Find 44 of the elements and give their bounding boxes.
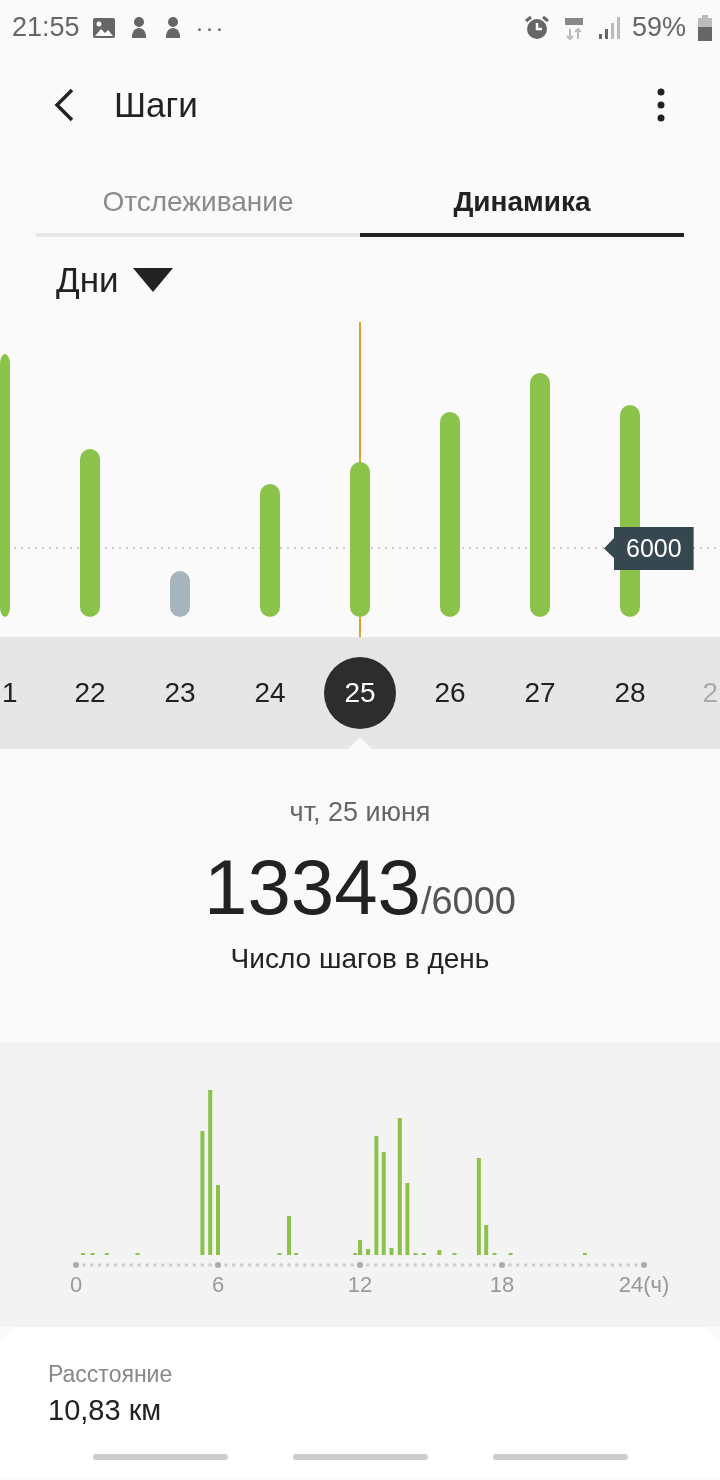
day-label[interactable]: 28 — [594, 657, 666, 729]
alarm-icon — [523, 14, 550, 41]
more-options-icon[interactable] — [656, 88, 666, 122]
step-count: 13343 — [204, 842, 421, 933]
steps-caption: Число шагов в день — [230, 943, 490, 975]
distance-label: Расстояние — [48, 1361, 174, 1388]
hour-bar — [389, 1248, 394, 1255]
day-label[interactable]: 1 — [0, 657, 20, 729]
nav-handle[interactable] — [92, 1454, 228, 1460]
nav-handle[interactable] — [292, 1454, 428, 1460]
image-icon — [91, 16, 116, 39]
signal-icon — [597, 15, 620, 40]
hour-bar — [216, 1185, 220, 1255]
axis-label: 0 — [68, 1272, 84, 1298]
more-notifications: ··· — [195, 13, 226, 42]
nav-handle[interactable] — [492, 1454, 628, 1460]
battery-icon — [698, 14, 712, 41]
day-label[interactable]: 24 — [234, 657, 306, 729]
axis-label: 12 — [346, 1272, 374, 1298]
day-label[interactable]: 23 — [144, 657, 216, 729]
hour-bar — [405, 1183, 410, 1255]
axis-label: 18 — [488, 1272, 516, 1298]
back-icon[interactable] — [52, 88, 76, 122]
day-bar — [170, 571, 190, 617]
page-title: Шаги — [114, 85, 198, 125]
period-dropdown[interactable]: Дни — [56, 259, 173, 300]
hour-bar — [287, 1216, 292, 1255]
hour-bar — [437, 1250, 442, 1255]
day-label[interactable]: 25 — [324, 657, 396, 729]
battery-percent: 59% — [631, 12, 686, 43]
hour-bar — [366, 1249, 371, 1255]
day-label[interactable]: 27 — [504, 657, 576, 729]
axis-label: 24(ч) — [617, 1272, 671, 1298]
day-label[interactable]: 22 — [54, 657, 126, 729]
summary-date: чт, 25 июня — [289, 797, 431, 828]
goal-tooltip: 6000 — [604, 527, 694, 570]
axis-label: 6 — [210, 1272, 226, 1298]
distance-value: 10,83 км — [48, 1394, 163, 1427]
caret-icon — [132, 267, 173, 292]
hour-bar — [484, 1225, 489, 1255]
status-time: 21:55 — [12, 12, 80, 43]
day-label[interactable]: 26 — [414, 657, 486, 729]
tab[interactable]: Динамика — [360, 170, 684, 237]
step-goal: /6000 — [420, 880, 516, 923]
